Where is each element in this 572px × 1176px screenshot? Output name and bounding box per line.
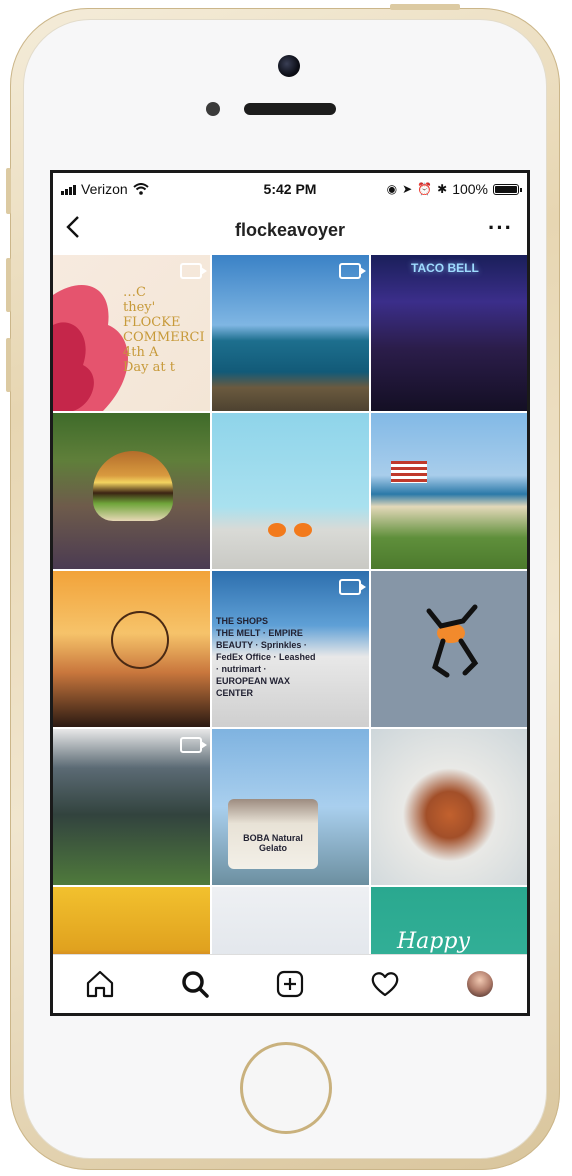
volume-up-button <box>6 258 11 312</box>
burger-image <box>93 451 173 521</box>
post-tile[interactable]: THE SHOPS THE MELT · EMPIRE BEAUTY · Spr… <box>212 571 369 727</box>
post-tile[interactable] <box>212 887 369 955</box>
tab-home[interactable] <box>80 964 120 1004</box>
post-tile[interactable] <box>53 729 210 885</box>
tab-activity[interactable] <box>365 964 405 1004</box>
post-caption-text: TACO BELL <box>411 261 479 275</box>
post-tile[interactable]: TACO BELL <box>371 255 527 411</box>
alarm-icon: ⏰ <box>417 182 433 196</box>
post-tile[interactable] <box>371 571 527 727</box>
proximity-sensor <box>206 102 220 116</box>
video-icon <box>180 737 207 753</box>
avatar <box>466 971 493 997</box>
tab-add[interactable] <box>270 964 310 1004</box>
photo-grid: …C they' FLOCKE COMMERCI 4th A Day at t … <box>53 255 527 955</box>
mute-switch <box>6 168 11 214</box>
volume-down-button <box>6 338 11 392</box>
post-tile[interactable]: Happy <box>371 887 527 955</box>
sunglasses-image <box>268 523 312 537</box>
power-button <box>390 4 460 10</box>
tab-search[interactable] <box>175 964 215 1004</box>
search-icon <box>182 971 209 998</box>
nav-bar: flockeavoyer ··· <box>53 207 527 253</box>
home-icon <box>87 970 114 998</box>
post-tile[interactable]: …C they' FLOCKE COMMERCI 4th A Day at t <box>53 255 210 411</box>
battery-percent: 100% <box>452 181 488 197</box>
flag-image <box>391 461 427 483</box>
post-tile[interactable]: BOBA Natural Gelato <box>212 729 369 885</box>
post-tile[interactable] <box>212 255 369 411</box>
post-caption-text: BOBA Natural Gelato <box>243 833 303 853</box>
heart-icon <box>371 972 399 997</box>
tab-bar <box>53 954 527 1013</box>
video-icon <box>180 263 207 279</box>
post-tile[interactable] <box>371 729 527 885</box>
battery-icon <box>493 183 522 195</box>
home-button[interactable] <box>240 1042 332 1134</box>
more-options-icon[interactable]: ··· <box>488 215 513 241</box>
post-tile[interactable] <box>53 413 210 569</box>
post-tile[interactable] <box>53 887 210 955</box>
frog-logo-icon <box>426 604 479 678</box>
ferris-wheel-image <box>111 611 169 669</box>
front-camera <box>278 55 300 77</box>
post-tile[interactable] <box>371 413 527 569</box>
post-tile[interactable] <box>212 413 369 569</box>
post-caption-text: …C they' FLOCKE COMMERCI 4th A Day at t <box>123 285 205 375</box>
post-caption-text: Happy <box>397 929 470 954</box>
post-tile[interactable] <box>53 571 210 727</box>
status-bar: Verizon 5:42 PM ◉ ➤ ⏰ ✱ 100% <box>53 173 527 205</box>
post-caption-text: THE SHOPS THE MELT · EMPIRE BEAUTY · Spr… <box>216 616 316 698</box>
video-icon <box>339 263 366 279</box>
screen: Verizon 5:42 PM ◉ ➤ ⏰ ✱ 100% flockeavoye… <box>50 170 530 1016</box>
location-icon: ➤ <box>402 182 413 196</box>
add-post-icon <box>276 970 304 998</box>
tab-profile[interactable] <box>460 964 500 1004</box>
video-icon <box>339 579 366 595</box>
bluetooth-icon: ✱ <box>437 182 448 196</box>
lock-rotation-icon: ◉ <box>386 182 398 196</box>
page-title: flockeavoyer <box>234 220 346 240</box>
earpiece-speaker <box>244 103 336 115</box>
